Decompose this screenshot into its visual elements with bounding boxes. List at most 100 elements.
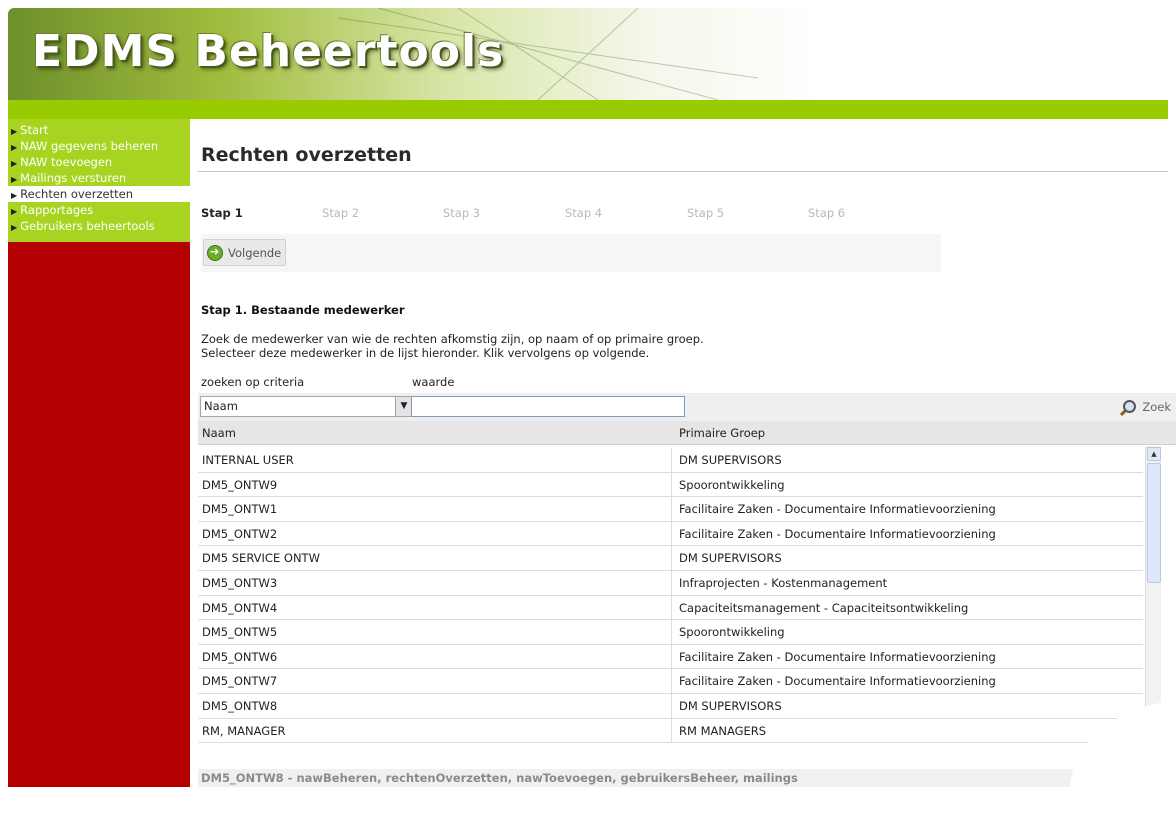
cell-primaire-groep: DM SUPERVISORS [679,551,782,566]
search-value-input[interactable] [411,396,685,417]
cell-primaire-groep: Infraprojecten - Kostenmanagement [679,575,888,590]
search-button[interactable]: Zoek [1120,395,1174,418]
criteria-selected-value: Naam [204,399,238,413]
triangle-right-icon: ▶ [11,191,18,200]
triangle-right-icon: ▶ [11,159,18,168]
sidebar-item-label: Rechten overzetten [20,187,133,201]
section-heading: Stap 1. Bestaande medewerker [201,303,405,317]
scroll-up-arrow-icon[interactable]: ▲ [1147,447,1161,461]
table-row[interactable]: DM5 SERVICE ONTW DM SUPERVISORS [198,546,1143,571]
cell-naam: DM5_ONTW2 [202,526,278,541]
criteria-select[interactable]: Naam ▼ [200,396,413,417]
table-row[interactable]: RM, MANAGER RM MANAGERS [198,718,1143,744]
column-divider [671,472,672,497]
column-divider [671,546,672,570]
table-header: Naam Primaire Groep [198,421,1176,445]
column-divider [671,620,672,644]
column-divider [671,718,672,743]
instructions: Zoek de medewerker van wie de rechten af… [201,332,704,360]
sidebar-item-label: Rapportages [20,203,94,217]
cell-naam: DM5_ONTW7 [202,674,278,689]
sidebar-item-gebruikers-beheertools[interactable]: ▶ Gebruikers beheertools [8,218,190,234]
column-divider [671,595,672,620]
column-divider [671,644,672,669]
cell-naam: DM5_ONTW8 [202,698,278,713]
sidebar-nav: ▶ Start ▶ NAW gegevens beheren ▶ NAW toevoe… [8,119,190,242]
cell-primaire-groep: DM SUPERVISORS [679,453,782,467]
main-content: Rechten overzetten Stap 1 Stap 2 Stap 3 … [190,119,1176,787]
cell-naam: DM5_ONTW3 [202,575,278,590]
cell-primaire-groep: Facilitaire Zaken - Documentaire Informa… [679,526,996,541]
column-divider [671,521,672,546]
magnifier-icon [1123,400,1137,413]
sidebar-item-label: NAW toevoegen [20,155,113,169]
column-divider [671,497,672,521]
cell-primaire-groep: Facilitaire Zaken - Documentaire Informa… [679,502,996,517]
triangle-right-icon: ▶ [11,175,18,184]
next-button[interactable]: Volgende [203,239,287,266]
table-row[interactable]: DM5_ONTW9 Spoorontwikkeling [198,472,1143,498]
cell-naam: DM5_ONTW1 [202,502,278,517]
column-divider [671,448,672,472]
cell-primaire-groep: Facilitaire Zaken - Documentaire Informa… [679,674,996,689]
instruction-line: Selecteer deze medewerker in de lijst hi… [201,346,650,360]
cell-primaire-groep: DM SUPERVISORS [679,698,782,713]
triangle-right-icon: ▶ [11,223,18,232]
cell-primaire-groep: Spoorontwikkeling [679,625,785,640]
column-divider [671,669,672,693]
column-divider [671,693,672,718]
table-row[interactable]: INTERNAL USER DM SUPERVISORS [198,448,1143,473]
sidebar-item-label: NAW gegevens beheren [20,139,159,153]
value-label: waarde [412,375,455,389]
page-title: Rechten overzetten [201,144,412,166]
scroll-thumb[interactable] [1147,463,1161,583]
sidebar-item-label: Mailings versturen [20,171,127,185]
table-row[interactable]: DM5_ONTW3 Infraprojecten - Kostenmanageme… [198,570,1143,596]
sidebar-item-start[interactable]: ▶ Start [8,122,190,138]
column-divider [671,570,672,595]
criteria-label: zoeken op criteria [201,375,305,389]
wizard-toolbar: Volgende [201,234,941,272]
step-6: Stap 6 [808,206,846,220]
column-header-primaire-groep[interactable]: Primaire Groep [679,426,765,440]
triangle-right-icon: ▶ [11,143,18,152]
table-scrollbar[interactable]: ▲ [1145,446,1161,726]
sidebar-item-rechten-overzetten[interactable]: ▶ Rechten overzetten [8,186,190,202]
step-4: Stap 4 [565,206,603,220]
sidebar-item-label: Start [20,123,49,137]
instruction-line: Zoek de medewerker van wie de rechten af… [201,332,704,346]
sidebar-item-naw-gegevens-beheren[interactable]: ▶ NAW gegevens beheren [8,138,190,154]
user-table: INTERNAL USER DM SUPERVISORS DM5_ONTW9 Spoo… [198,448,1143,744]
cell-primaire-groep: Capaciteitsmanagement - Capaciteitsontwi… [679,600,969,615]
title-divider [198,171,1168,172]
next-button-label: Volgende [228,245,282,260]
cell-primaire-groep: Facilitaire Zaken - Documentaire Informa… [679,649,996,664]
app-title: EDMS Beheertools [32,26,505,77]
sidebar-item-naw-toevoegen[interactable]: ▶ NAW toevoegen [8,154,190,170]
column-header-naam[interactable]: Naam [202,426,236,440]
dropdown-arrow-icon[interactable]: ▼ [395,397,412,416]
table-row[interactable]: DM5_ONTW7 Facilitaire Zaken - Documentair… [198,669,1143,694]
cell-naam: DM5_ONTW5 [202,625,278,640]
table-row[interactable]: DM5_ONTW1 Facilitaire Zaken - Documentair… [198,497,1143,522]
cell-naam: DM5_ONTW9 [202,477,278,492]
table-row[interactable]: DM5_ONTW5 Spoorontwikkeling [198,620,1143,645]
table-row[interactable]: DM5_ONTW8 DM SUPERVISORS [198,693,1143,719]
cell-naam: INTERNAL USER [202,453,294,467]
cell-naam: DM5_ONTW6 [202,649,278,664]
step-1: Stap 1 [201,206,243,220]
step-2: Stap 2 [322,206,360,220]
step-5: Stap 5 [687,206,725,220]
sidebar-item-mailings-versturen[interactable]: ▶ Mailings versturen [8,170,190,186]
step-3: Stap 3 [443,206,481,220]
header-accent-bar [8,100,1168,119]
cell-naam: RM, MANAGER [202,723,286,738]
table-row[interactable]: DM5_ONTW6 Facilitaire Zaken - Documentair… [198,644,1143,670]
sidebar-item-rapportages[interactable]: ▶ Rapportages [8,202,190,218]
sidebar-item-label: Gebruikers beheertools [20,219,155,233]
triangle-right-icon: ▶ [11,127,18,136]
table-row[interactable]: DM5_ONTW2 Facilitaire Zaken - Documentair… [198,521,1143,547]
cell-naam: DM5 SERVICE ONTW [202,551,320,566]
table-row[interactable]: DM5_ONTW4 Capaciteitsmanagement - Capacit… [198,595,1143,621]
arrow-right-circle-icon [207,244,223,261]
